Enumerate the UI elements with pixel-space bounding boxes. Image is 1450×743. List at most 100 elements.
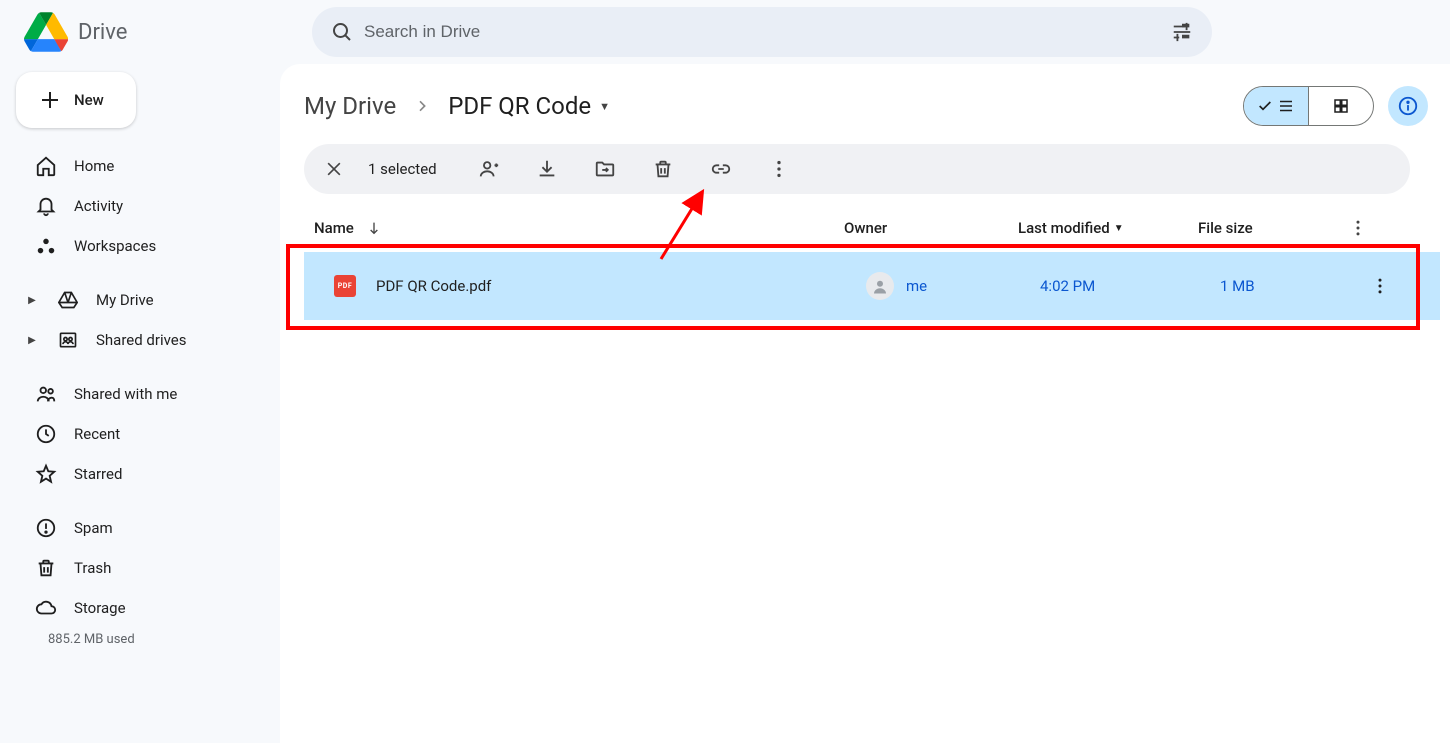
sidebar-label: Shared with me	[74, 385, 177, 403]
sidebar-label: Recent	[74, 425, 120, 443]
person-add-icon	[478, 158, 500, 180]
file-modified: 4:02 PM	[1040, 277, 1220, 295]
body-wrapper: New Home Activity Workspaces	[0, 64, 1450, 743]
selection-toolbar: 1 selected	[304, 144, 1410, 194]
file-owner: me	[866, 272, 1040, 300]
download-icon	[536, 158, 558, 180]
grid-view-button[interactable]	[1309, 87, 1373, 125]
delete-button[interactable]	[649, 155, 677, 183]
cloud-icon	[34, 596, 58, 620]
search-options-icon[interactable]	[1160, 10, 1204, 54]
file-row[interactable]: PDF PDF QR Code.pdf me 4:02 PM 1 MB	[304, 252, 1440, 320]
sidebar-item-recent[interactable]: Recent	[16, 414, 264, 454]
column-owner-label: Owner	[844, 219, 887, 237]
drive-logo-icon	[24, 12, 68, 52]
sidebar-item-spam[interactable]: Spam	[16, 508, 264, 548]
workspaces-icon	[34, 234, 58, 258]
search-icon[interactable]	[320, 10, 364, 54]
new-button[interactable]: New	[16, 72, 136, 128]
new-button-label: New	[74, 91, 104, 109]
move-button[interactable]	[591, 155, 619, 183]
sidebar-item-storage[interactable]: Storage	[16, 588, 264, 628]
sidebar-label: Home	[74, 157, 114, 175]
sidebar-label: Starred	[74, 465, 122, 483]
list-view-button[interactable]	[1244, 87, 1308, 125]
plus-icon	[38, 88, 62, 112]
sidebar-label: Shared drives	[96, 331, 186, 349]
check-icon	[1257, 98, 1273, 114]
sidebar-item-my-drive[interactable]: ▶ My Drive	[16, 280, 264, 320]
sidebar-item-activity[interactable]: Activity	[16, 186, 264, 226]
breadcrumb-parent[interactable]: My Drive	[304, 92, 396, 120]
shared-icon	[34, 382, 58, 406]
sidebar-item-shared-drives[interactable]: ▶ Shared drives	[16, 320, 264, 360]
search-input[interactable]	[364, 22, 1160, 42]
grid-view-icon	[1332, 97, 1350, 115]
trash-icon	[652, 158, 674, 180]
chevron-right-icon	[404, 98, 440, 114]
more-vertical-icon	[768, 158, 790, 180]
sort-arrow-down-icon	[366, 220, 382, 236]
link-icon	[710, 158, 732, 180]
topbar: My Drive PDF QR Code ▼	[304, 82, 1440, 130]
search-bar[interactable]	[312, 7, 1212, 57]
list-view-icon	[1277, 97, 1295, 115]
sidebar-item-home[interactable]: Home	[16, 146, 264, 186]
close-icon	[324, 159, 344, 179]
column-modified-label: Last modified	[1018, 219, 1110, 237]
sidebar-label: Spam	[74, 519, 113, 537]
shared-drives-icon	[56, 328, 80, 352]
sidebar-item-workspaces[interactable]: Workspaces	[16, 226, 264, 266]
home-icon	[34, 154, 58, 178]
column-name[interactable]: Name	[314, 219, 844, 237]
more-vertical-icon	[1348, 218, 1368, 238]
expand-icon[interactable]: ▶	[20, 288, 44, 312]
expand-icon[interactable]: ▶	[20, 328, 44, 352]
list-header-row: Name Owner Last modified ▼ File size	[304, 204, 1440, 252]
star-icon	[34, 462, 58, 486]
sidebar-item-shared-with-me[interactable]: Shared with me	[16, 374, 264, 414]
caret-down-icon: ▼	[599, 100, 610, 113]
sidebar-label: Trash	[74, 559, 111, 577]
sidebar-label: Storage	[74, 599, 126, 617]
file-size: 1 MB	[1220, 277, 1360, 295]
drive-icon	[56, 288, 80, 312]
caret-down-icon: ▼	[1114, 223, 1124, 234]
sidebar-label: Activity	[74, 197, 123, 215]
breadcrumb: My Drive PDF QR Code ▼	[304, 92, 610, 120]
column-settings-button[interactable]	[1338, 218, 1378, 238]
more-actions-button[interactable]	[765, 155, 793, 183]
file-more-button[interactable]	[1360, 276, 1400, 296]
sidebar: New Home Activity Workspaces	[0, 64, 280, 743]
column-name-label: Name	[314, 219, 354, 237]
share-button[interactable]	[475, 155, 503, 183]
breadcrumb-current[interactable]: PDF QR Code ▼	[448, 92, 610, 120]
trash-icon	[34, 556, 58, 580]
file-owner-label: me	[906, 277, 927, 295]
sidebar-item-trash[interactable]: Trash	[16, 548, 264, 588]
clock-icon	[34, 422, 58, 446]
logo-section[interactable]: Drive	[16, 12, 312, 52]
sidebar-item-starred[interactable]: Starred	[16, 454, 264, 494]
bell-icon	[34, 194, 58, 218]
sidebar-label: My Drive	[96, 291, 154, 309]
download-button[interactable]	[533, 155, 561, 183]
more-vertical-icon	[1370, 276, 1390, 296]
storage-used-text: 885.2 MB used	[16, 632, 264, 647]
column-modified[interactable]: Last modified ▼	[1018, 219, 1198, 237]
sidebar-label: Workspaces	[74, 237, 156, 255]
pdf-file-icon: PDF	[334, 275, 356, 297]
column-size[interactable]: File size	[1198, 219, 1338, 237]
breadcrumb-current-label: PDF QR Code	[448, 92, 591, 120]
view-details-button[interactable]	[1388, 86, 1428, 126]
column-owner[interactable]: Owner	[844, 219, 1018, 237]
page-header: Drive	[0, 0, 1450, 64]
get-link-button[interactable]	[707, 155, 735, 183]
product-name: Drive	[78, 20, 127, 45]
column-size-label: File size	[1198, 219, 1253, 237]
folder-move-icon	[594, 158, 616, 180]
selection-count: 1 selected	[368, 160, 437, 178]
spam-icon	[34, 516, 58, 540]
clear-selection-button[interactable]	[316, 151, 352, 187]
person-icon	[871, 277, 889, 295]
